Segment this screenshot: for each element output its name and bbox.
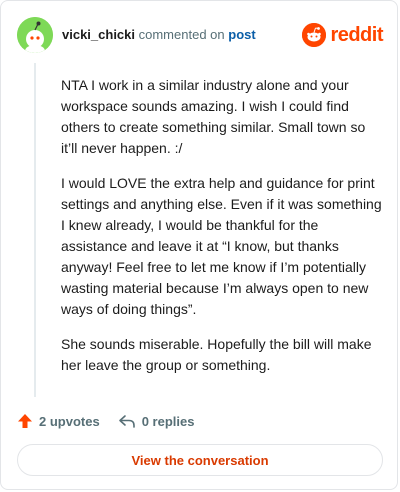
- post-link[interactable]: post: [228, 27, 255, 42]
- reddit-logo[interactable]: reddit: [302, 23, 383, 47]
- reply-count: 0 replies: [141, 413, 195, 429]
- upvote-arrow-icon: [18, 414, 32, 428]
- upvote-count: 2 upvotes: [39, 413, 100, 429]
- thread-line: [34, 63, 36, 397]
- snoo-avatar-icon: [17, 17, 53, 53]
- comment-paragraph: NTA I work in a similar industry alone a…: [61, 77, 366, 156]
- comment-card: vicki_chicki commented on post reddit NT…: [0, 0, 398, 490]
- reply-button[interactable]: 0 replies: [118, 413, 195, 429]
- reply-arrow-icon: [118, 415, 135, 428]
- reddit-logo-icon: [302, 23, 327, 47]
- comment-meta: vicki_chicki commented on post: [62, 27, 256, 43]
- comment-actions: 2 upvotes 0 replies: [17, 411, 194, 431]
- reddit-wordmark: reddit: [330, 24, 383, 46]
- comment-paragraph: I would LOVE the extra help and guidance…: [61, 175, 382, 317]
- user-avatar[interactable]: [17, 17, 53, 53]
- username-link[interactable]: vicki_chicki: [62, 27, 135, 42]
- view-conversation-button[interactable]: View the conversation: [17, 444, 383, 476]
- action-text: commented on: [138, 27, 225, 42]
- comment-paragraph: She sounds miserable. Hopefully the bill…: [61, 336, 372, 373]
- upvote-button[interactable]: 2 upvotes: [17, 413, 100, 429]
- comment-header: vicki_chicki commented on post reddit: [17, 17, 383, 53]
- comment-body: NTA I work in a similar industry alone a…: [61, 75, 385, 390]
